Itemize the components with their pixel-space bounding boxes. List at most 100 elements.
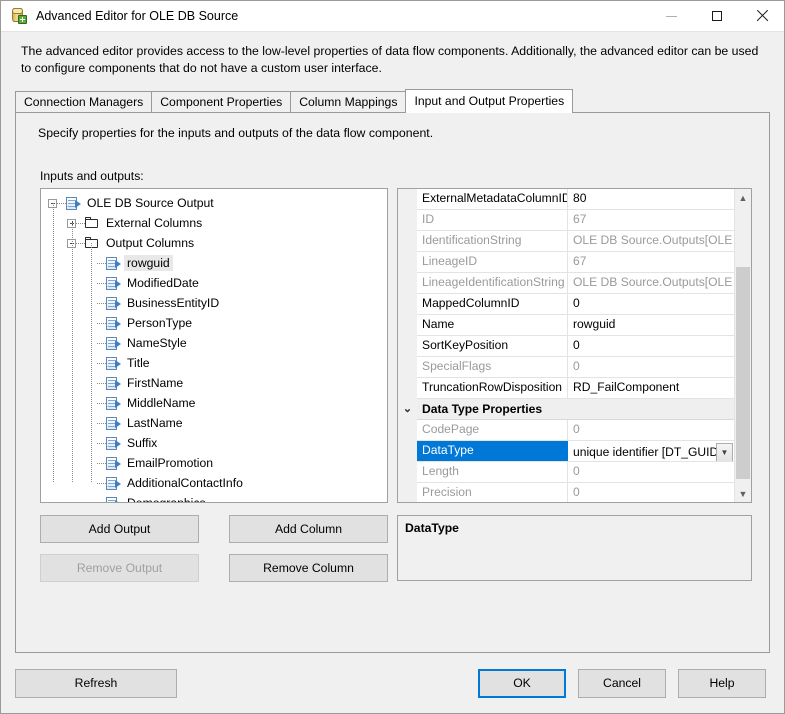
property-grid-rows: ExternalMetadataColumnID 80 ID 67 Identifica…	[403, 189, 734, 502]
tree-item-persontype[interactable]: PersonType	[41, 313, 387, 333]
refresh-button[interactable]: Refresh	[15, 668, 177, 698]
tree-connector	[97, 302, 106, 304]
property-name: Length	[417, 462, 568, 482]
property-grid-scrollbar[interactable]: ▲ ▼	[734, 189, 751, 502]
property-value[interactable]: 0	[568, 420, 734, 440]
remove-column-button[interactable]: Remove Column	[229, 554, 388, 582]
property-name: ID	[417, 210, 568, 230]
property-value[interactable]: 67	[568, 252, 734, 272]
property-row-codepage[interactable]: CodePage 0	[417, 420, 734, 441]
cancel-button[interactable]: Cancel	[578, 668, 666, 698]
property-value[interactable]: 0	[568, 483, 734, 502]
chevron-down-icon[interactable]: ⌄	[398, 399, 417, 420]
tree-item-additionalcontactinfo[interactable]: AdditionalContactInfo	[41, 473, 387, 493]
property-row-datatype[interactable]: DataType unique identifier [DT_GUID] ▼	[417, 441, 734, 462]
tab-label: Connection Managers	[24, 95, 144, 109]
scrollbar-track[interactable]	[735, 206, 751, 485]
tab-label: Input and Output Properties	[414, 94, 565, 108]
property-value[interactable]: 80	[568, 189, 734, 209]
column-icon	[106, 456, 121, 470]
property-row-id[interactable]: ID 67	[417, 210, 734, 231]
help-button[interactable]: Help	[678, 668, 766, 698]
tree-item-label: NameStyle	[127, 336, 187, 350]
property-row-identificationstring[interactable]: IdentificationString OLE DB Source.Output…	[417, 231, 734, 252]
tree-guide-line	[53, 203, 54, 482]
tree-item-rowguid[interactable]: rowguid	[41, 253, 387, 273]
panes-row: OLE DB Source Output External Columns Outp…	[16, 188, 769, 503]
tab-column-mappings[interactable]: Column Mappings	[290, 91, 407, 112]
tree-item-title[interactable]: Title	[41, 353, 387, 373]
minimize-button[interactable]	[649, 1, 694, 32]
tree-item-label: ModifiedDate	[127, 276, 199, 290]
add-output-button[interactable]: Add Output	[40, 515, 199, 543]
tree-connector	[97, 482, 106, 484]
property-value[interactable]: OLE DB Source.Outputs[OLE DB	[568, 273, 734, 293]
inputs-outputs-tree[interactable]: OLE DB Source Output External Columns Outp…	[40, 188, 388, 503]
property-value[interactable]: 0	[568, 336, 734, 356]
tab-input-and-output-properties[interactable]: Input and Output Properties	[405, 89, 574, 113]
footer-right-buttons: OK Cancel Help	[478, 668, 766, 698]
scroll-down-icon[interactable]: ▼	[735, 485, 751, 502]
tree-item-label: Output Columns	[106, 236, 195, 250]
tree-item-modifieddate[interactable]: ModifiedDate	[41, 273, 387, 293]
property-row-lineageid[interactable]: LineageID 67	[417, 252, 734, 273]
maximize-button[interactable]	[694, 1, 739, 32]
property-row-lineageidentificationstring[interactable]: LineageIdentificationString OLE DB Source…	[417, 273, 734, 294]
property-row-specialflags[interactable]: SpecialFlags 0	[417, 357, 734, 378]
tree-item-suffix[interactable]: Suffix	[41, 433, 387, 453]
property-value[interactable]: unique identifier [DT_GUID] ▼	[568, 441, 734, 461]
property-row-truncationrowdisposition[interactable]: TruncationRowDisposition RD_FailComponent	[417, 378, 734, 399]
property-value[interactable]: 67	[568, 210, 734, 230]
tree-item-demographics[interactable]: Demographics	[41, 493, 387, 502]
tab-connection-managers[interactable]: Connection Managers	[15, 91, 153, 112]
property-value[interactable]: 0	[568, 294, 734, 314]
tree-item-namestyle[interactable]: NameStyle	[41, 333, 387, 353]
property-name: ExternalMetadataColumnID	[417, 189, 568, 209]
tree-item-label: Suffix	[127, 436, 158, 450]
dialog-description: The advanced editor provides access to t…	[21, 44, 759, 75]
scrollbar-thumb[interactable]	[736, 267, 750, 480]
tab-component-properties[interactable]: Component Properties	[151, 91, 292, 112]
property-row-externalmetadatacolumnid[interactable]: ExternalMetadataColumnID 80	[417, 189, 734, 210]
property-name: CodePage	[417, 420, 568, 440]
property-category-data-type-properties[interactable]: ⌄ Data Type Properties	[403, 399, 734, 420]
database-add-icon	[10, 7, 28, 25]
tree-item-external-columns[interactable]: External Columns	[41, 213, 387, 233]
tree-connector	[97, 282, 106, 284]
column-icon	[106, 316, 121, 330]
remove-output-button[interactable]: Remove Output	[40, 554, 199, 582]
tree-item-label: FirstName	[127, 376, 184, 390]
add-column-button[interactable]: Add Column	[229, 515, 388, 543]
tree-item-ole-db-source-output[interactable]: OLE DB Source Output	[41, 193, 387, 213]
property-row-length[interactable]: Length 0	[417, 462, 734, 483]
chevron-down-icon[interactable]: ▼	[716, 442, 733, 461]
column-icon	[106, 376, 121, 390]
close-button[interactable]	[739, 1, 784, 32]
property-row-sortkeyposition[interactable]: SortKeyPosition 0	[417, 336, 734, 357]
property-value[interactable]: rowguid	[568, 315, 734, 335]
property-grid[interactable]: ExternalMetadataColumnID 80 ID 67 Identifica…	[397, 188, 752, 503]
property-value[interactable]: RD_FailComponent	[568, 378, 734, 398]
tree-item-firstname[interactable]: FirstName	[41, 373, 387, 393]
ok-button[interactable]: OK	[478, 668, 566, 698]
scroll-up-icon[interactable]: ▲	[735, 189, 751, 206]
property-description-title: DataType	[405, 521, 459, 535]
tree-item-middlename[interactable]: MiddleName	[41, 393, 387, 413]
tree-item-lastname[interactable]: LastName	[41, 413, 387, 433]
property-value[interactable]: OLE DB Source.Outputs[OLE DB	[568, 231, 734, 251]
property-row-name[interactable]: Name rowguid	[417, 315, 734, 336]
property-row-precision[interactable]: Precision 0	[417, 483, 734, 502]
tree-item-output-columns[interactable]: Output Columns	[41, 233, 387, 253]
tree-connector	[97, 382, 106, 384]
tree-connector	[97, 442, 106, 444]
property-row-mappedcolumnid[interactable]: MappedColumnID 0	[417, 294, 734, 315]
property-value[interactable]: 0	[568, 357, 734, 377]
minimize-icon	[666, 15, 677, 17]
tree-item-label: EmailPromotion	[127, 456, 214, 470]
tree-connector	[76, 222, 85, 224]
tab-page-input-output-properties: Specify properties for the inputs and ou…	[15, 112, 770, 653]
tree-item-emailpromotion[interactable]: EmailPromotion	[41, 453, 387, 473]
property-value[interactable]: 0	[568, 462, 734, 482]
tree-item-label: MiddleName	[127, 396, 196, 410]
tree-item-businessentityid[interactable]: BusinessEntityID	[41, 293, 387, 313]
